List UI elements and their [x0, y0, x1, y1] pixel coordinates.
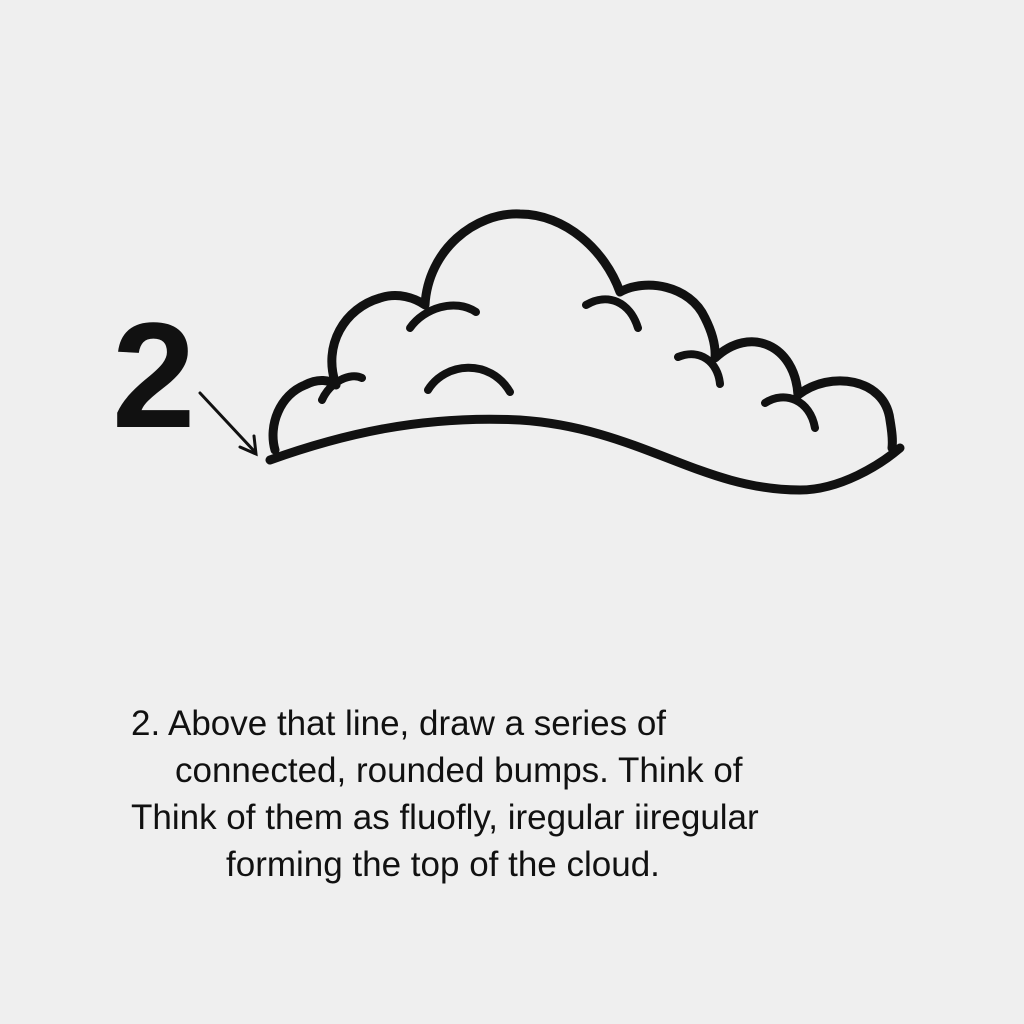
instruction-line: 2. Above that line, draw a series of — [131, 704, 667, 743]
instruction-line: connected, rounded bumps. Think of — [175, 751, 743, 790]
instruction-line: Think of them as fluofly, iregular iireg… — [131, 798, 759, 837]
pointer-arrow-icon — [198, 391, 258, 457]
cloud-bump-detail — [424, 363, 514, 396]
cloud-bump-detail — [406, 301, 480, 332]
cloud-bump-detail — [761, 393, 819, 432]
cloud-base-line — [265, 414, 905, 495]
step-number: 2 — [112, 291, 196, 459]
cloud-outline — [268, 209, 897, 455]
cloud-bump-detail — [582, 295, 642, 332]
instruction-line: forming the top of the cloud. — [226, 845, 660, 884]
